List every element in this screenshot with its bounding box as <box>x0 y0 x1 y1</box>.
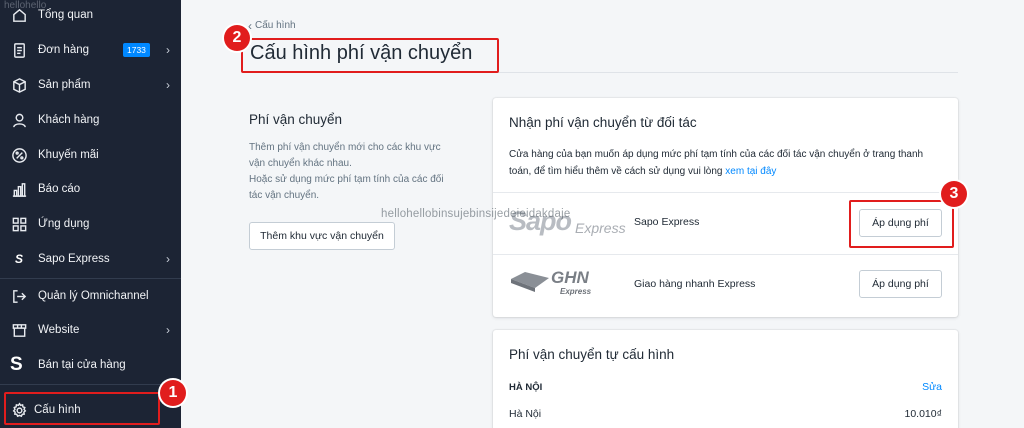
shipping-rate-name: Hà Nội <box>509 408 542 420</box>
sidebar-item-customers[interactable]: Khách hàng <box>0 103 181 137</box>
order-icon <box>10 41 28 59</box>
sidebar-item-apps[interactable]: Ứng dụng <box>0 207 181 241</box>
sidebar-item-products[interactable]: Sản phẩm › <box>0 68 181 102</box>
sidebar-item-settings[interactable]: Cấu hình <box>0 393 181 427</box>
description-line-2: Hoặc sử dụng mức phí tạm tính của các đố… <box>249 174 444 201</box>
sidebar-item-label: Sapo Express <box>38 253 110 265</box>
sapo-pos-icon: S <box>10 354 23 375</box>
sidebar-item-label: Báo cáo <box>38 183 81 195</box>
store-icon <box>10 321 28 339</box>
sidebar-item-label: Đơn hàng <box>38 44 90 56</box>
row-divider <box>493 192 958 193</box>
sidebar-item-label: Website <box>38 324 80 336</box>
sidebar-item-label: Bán tại cửa hàng <box>38 359 126 371</box>
add-shipping-zone-button[interactable]: Thêm khu vực vận chuyển <box>249 222 395 250</box>
logo-subtext: Express <box>575 220 626 236</box>
sidebar-item-pos[interactable]: S Bán tại cửa hàng <box>0 348 181 382</box>
partner-logo-ghn: GHN Express <box>509 268 619 300</box>
orders-count-badge: 1733 <box>123 43 150 57</box>
watermark-text: hellohellobinsujebinsijedeieidakdaje <box>381 208 571 220</box>
apps-icon <box>10 215 28 233</box>
sidebar-item-reports[interactable]: Báo cáo <box>0 172 181 206</box>
gear-icon <box>10 401 28 419</box>
partner-card-description-text: Cửa hàng của bạn muốn áp dụng mức phí tạ… <box>509 149 924 177</box>
logo-text: GHN <box>551 268 589 287</box>
annotation-number-2: 2 <box>224 25 250 51</box>
box-icon <box>10 76 28 94</box>
user-icon <box>10 111 28 129</box>
breadcrumb[interactable]: ‹ Cấu hình <box>248 18 296 33</box>
sidebar-item-label: Cấu hình <box>34 404 81 416</box>
sidebar-item-website[interactable]: Website › <box>0 313 181 347</box>
sidebar-item-orders[interactable]: Đơn hàng 1733 › <box>0 33 181 67</box>
custom-card-title: Phí vận chuyển tự cấu hình <box>509 347 675 362</box>
sidebar-divider <box>0 384 181 385</box>
sidebar-item-omnichannel[interactable]: Quản lý Omnichannel <box>0 279 181 313</box>
chevron-right-icon: › <box>166 78 170 92</box>
home-icon <box>10 6 28 24</box>
apply-fee-button-sapo-express[interactable]: Áp dụng phí <box>859 209 942 237</box>
apply-fee-button-ghn[interactable]: Áp dụng phí <box>859 270 942 298</box>
sidebar-item-label: Ứng dụng <box>38 218 90 230</box>
chevron-left-icon: ‹ <box>248 18 252 33</box>
sidebar-item-overview[interactable]: Tổng quan <box>0 0 181 32</box>
sidebar-item-label: Sản phẩm <box>38 79 91 91</box>
learn-more-link[interactable]: xem tại đây <box>725 166 776 177</box>
chevron-right-icon: › <box>166 323 170 337</box>
sidebar: hellohello Tổng quan Đơn hàng 1733 › Sản… <box>0 0 181 428</box>
partner-name: Sapo Express <box>634 216 700 228</box>
annotation-number-3: 3 <box>941 181 967 207</box>
partner-name: Giao hàng nhanh Express <box>634 278 756 290</box>
sapo-express-icon: S <box>14 252 23 266</box>
custom-shipping-card: Phí vận chuyển tự cấu hình HÀ NỘI Sửa Hà… <box>493 330 958 428</box>
shipping-rate-price: 10.010₫ <box>904 408 942 420</box>
shipping-fee-section-title: Phí vận chuyển <box>249 112 343 127</box>
chevron-right-icon: › <box>166 43 170 57</box>
sidebar-item-label: Quản lý Omnichannel <box>38 290 149 302</box>
logo-subtext: Express <box>560 287 592 296</box>
sidebar-item-label: Tổng quan <box>38 9 93 21</box>
edit-link[interactable]: Sửa <box>922 381 942 393</box>
partner-card-title: Nhận phí vận chuyển từ đối tác <box>509 115 697 130</box>
annotation-number-1: 1 <box>160 380 186 406</box>
title-divider <box>248 72 958 73</box>
discount-icon <box>10 146 28 164</box>
sidebar-item-label: Khuyến mãi <box>38 149 99 161</box>
sidebar-item-sapo-express[interactable]: S Sapo Express › <box>0 242 181 276</box>
page-title: Cấu hình phí vận chuyển <box>250 42 473 64</box>
breadcrumb-back-link[interactable]: Cấu hình <box>255 20 296 31</box>
ghn-logo-mark <box>511 272 549 292</box>
row-divider <box>493 254 958 255</box>
exit-icon <box>10 287 28 305</box>
description-line-1: Thêm phí vận chuyển mới cho các khu vực … <box>249 142 441 169</box>
shipping-fee-section-description: Thêm phí vận chuyển mới cho các khu vực … <box>249 140 449 204</box>
partner-card-description: Cửa hàng của bạn muốn áp dụng mức phí tạ… <box>509 146 939 180</box>
region-label: HÀ NỘI <box>509 382 543 393</box>
bar-chart-icon <box>10 180 28 198</box>
chevron-right-icon: › <box>166 252 170 266</box>
sidebar-item-promotions[interactable]: Khuyến mãi <box>0 138 181 172</box>
sidebar-item-label: Khách hàng <box>38 114 100 126</box>
